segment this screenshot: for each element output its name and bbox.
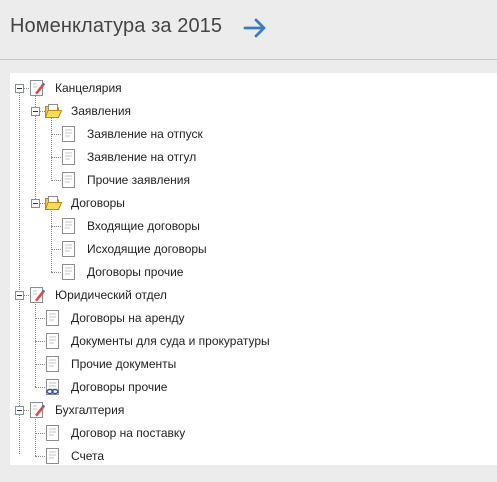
tree-node[interactable]: Договоры на аренду <box>71 308 185 328</box>
tree-node[interactable]: Заявление на отпуск <box>87 124 203 144</box>
page-header: Номенклатура за 2015 <box>0 0 497 60</box>
tree-node[interactable]: Входящие договоры <box>87 216 200 236</box>
document-pen-icon <box>30 287 45 303</box>
arrow-right-icon[interactable] <box>243 17 269 39</box>
tree-node[interactable]: Заявления <box>71 101 131 121</box>
tree-node-label[interactable]: Прочие заявления <box>87 173 190 187</box>
nomenclature-tree-panel: Канцелярия Заявления Заявление на отпуск За… <box>10 73 497 465</box>
tree-node-label[interactable]: Заявление на отгул <box>87 150 196 164</box>
document-icon <box>62 149 75 165</box>
document-icon <box>46 356 59 372</box>
tree-node-label[interactable]: Исходящие договоры <box>87 242 207 256</box>
tree-node[interactable]: Документы для суда и прокуратуры <box>71 331 270 351</box>
tree-node[interactable]: Бухгалтерия <box>55 400 124 420</box>
document-icon <box>62 126 75 142</box>
tree-connector <box>51 115 52 181</box>
tree-node[interactable]: Исходящие договоры <box>87 239 207 259</box>
document-icon <box>46 448 59 464</box>
tree-node[interactable]: Заявление на отгул <box>87 147 196 167</box>
tree-node[interactable]: Договоры прочие <box>71 377 167 397</box>
document-icon <box>62 264 75 280</box>
document-icon <box>62 241 75 257</box>
document-pen-icon <box>30 80 45 96</box>
collapse-toggle-icon[interactable] <box>15 406 24 415</box>
tree-node-label[interactable]: Счета <box>71 449 104 463</box>
document-icon <box>46 333 59 349</box>
document-icon <box>62 218 75 234</box>
tree-node-label[interactable]: Договоры прочие <box>87 265 183 279</box>
document-icon <box>62 172 75 188</box>
tree-connector <box>35 414 36 456</box>
document-pen-icon <box>30 402 45 418</box>
tree-node-label[interactable]: Прочие документы <box>71 357 176 371</box>
tree-connector <box>51 207 52 272</box>
tree-node[interactable]: Договоры <box>71 193 125 213</box>
folder-open-icon <box>45 104 62 118</box>
tree-node-label[interactable]: Договоры <box>71 196 125 210</box>
tree-node[interactable]: Договор на поставку <box>71 423 185 443</box>
document-link-icon <box>46 379 59 395</box>
collapse-toggle-icon[interactable] <box>15 84 24 93</box>
page-title: Номенклатура за 2015 <box>10 15 223 37</box>
tree-node-label[interactable]: Договоры прочие <box>71 380 167 394</box>
tree-node-label[interactable]: Входящие договоры <box>87 219 200 233</box>
document-icon <box>46 310 59 326</box>
tree-node-label[interactable]: Документы для суда и прокуратуры <box>71 334 270 348</box>
tree-node[interactable]: Канцелярия <box>55 78 122 98</box>
tree-node-label[interactable]: Договор на поставку <box>71 426 185 440</box>
collapse-toggle-icon[interactable] <box>31 199 40 208</box>
tree-node[interactable]: Прочие заявления <box>87 170 190 190</box>
tree-node-label[interactable]: Юридический отдел <box>55 288 167 302</box>
tree-node-label[interactable]: Заявление на отпуск <box>87 127 203 141</box>
tree-node-label[interactable]: Бухгалтерия <box>55 403 124 417</box>
collapse-toggle-icon[interactable] <box>15 291 24 300</box>
tree-node[interactable]: Юридический отдел <box>55 285 167 305</box>
tree-node-label[interactable]: Договоры на аренду <box>71 311 185 325</box>
collapse-toggle-icon[interactable] <box>31 107 40 116</box>
nomenclature-tree: Канцелярия Заявления Заявление на отпуск За… <box>10 73 497 465</box>
tree-connector <box>35 299 36 387</box>
tree-node[interactable]: Счета <box>71 446 104 466</box>
folder-open-icon <box>45 196 62 210</box>
tree-node[interactable]: Прочие документы <box>71 354 176 374</box>
tree-node-label[interactable]: Заявления <box>71 104 131 118</box>
document-icon <box>46 425 59 441</box>
tree-connector <box>19 92 20 454</box>
tree-node[interactable]: Договоры прочие <box>87 262 183 282</box>
tree-node-label[interactable]: Канцелярия <box>55 81 122 95</box>
